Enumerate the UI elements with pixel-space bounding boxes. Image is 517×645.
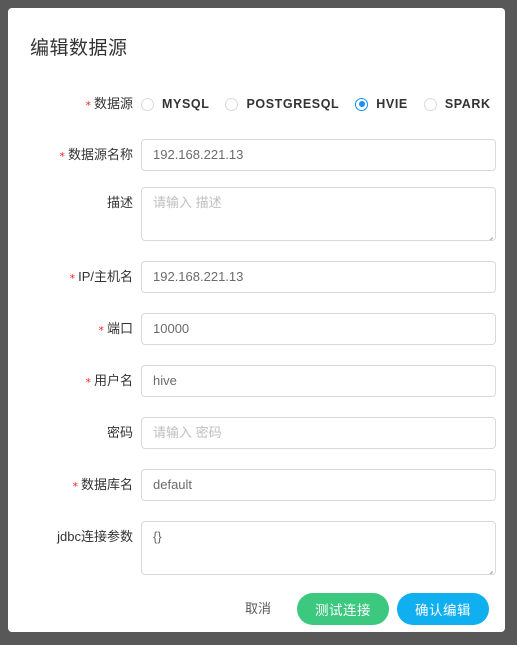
radio-option-hvie[interactable]: HVIE [355, 97, 408, 111]
required-asterisk-icon: * [69, 272, 76, 285]
dialog-footer: 取消 测试连接 确认编辑 [8, 589, 505, 629]
text-field[interactable]: 10000 [141, 313, 496, 345]
page-title: 编辑数据源 [30, 38, 128, 59]
label-text: 描述 [106, 195, 133, 210]
text-field[interactable]: 请输入 密码 [141, 417, 496, 449]
radio-option-label: SPARK [444, 97, 491, 111]
field-value: 请输入 描述 [153, 195, 222, 210]
field-value: 10000 [153, 321, 190, 336]
resize-handle-icon[interactable] [483, 563, 493, 574]
text-field[interactable]: 192.168.221.13 [141, 261, 496, 293]
resize-handle-icon[interactable] [483, 229, 493, 240]
field-value: 请输入 密码 [153, 425, 222, 440]
required-asterisk-icon: * [85, 98, 91, 112]
radio-unchecked-icon[interactable] [225, 97, 239, 111]
radio-option-mysql[interactable]: MYSQL [141, 97, 209, 111]
field-label: * 数据库名 [8, 469, 133, 502]
required-asterisk-icon: * [98, 324, 104, 337]
required-asterisk-icon: * [85, 376, 91, 389]
required-asterisk-icon: * [59, 150, 65, 163]
text-field[interactable]: 192.168.221.13 [141, 139, 496, 171]
label-text: IP/主机名 [78, 269, 133, 284]
radio-option-label: MYSQL [162, 97, 210, 111]
radio-option-label: POSTGRESQL [246, 97, 340, 111]
field-value: hive [153, 373, 177, 388]
field-label: 密码 [8, 417, 133, 449]
radio-checked-icon[interactable] [355, 97, 369, 111]
label-text: 数据库名 [80, 477, 133, 492]
text-field[interactable]: hive [141, 365, 496, 397]
radio-option-spark[interactable]: SPARK [423, 97, 491, 111]
required-asterisk-icon: * [72, 480, 78, 493]
field-label: * IP/主机名 [8, 261, 133, 294]
confirm-edit-button[interactable]: 确认编辑 [397, 593, 489, 625]
label-text: jdbc连接参数 [57, 529, 133, 544]
test-connection-button[interactable]: 测试连接 [297, 593, 389, 625]
field-value: default [153, 477, 193, 492]
textarea-field[interactable]: {} [141, 521, 496, 575]
label-text: 数据源名称 [67, 147, 133, 162]
cancel-button[interactable]: 取消 [245, 593, 271, 625]
radio-unchecked-icon[interactable] [141, 97, 154, 111]
field-value: 192.168.221.13 [153, 269, 244, 284]
datasource-type-label: * 数据源 [8, 88, 133, 121]
edit-datasource-dialog: 编辑数据源 * 数据源 MYSQL POSTGRESQL HVIE SPARK * 数据源名… [8, 8, 505, 632]
radio-unchecked-icon[interactable] [423, 97, 437, 111]
field-label: 描述 [8, 187, 133, 219]
radio-option-label: HVIE [376, 97, 408, 111]
field-label: * 数据源名称 [8, 139, 133, 172]
field-label: * 端口 [8, 313, 133, 346]
label-text: 用户名 [93, 373, 133, 388]
field-value: {} [153, 529, 162, 544]
field-label: jdbc连接参数 [8, 521, 133, 553]
label-text: 端口 [106, 321, 133, 336]
radio-option-postgresql[interactable]: POSTGRESQL [225, 97, 339, 111]
text-field[interactable]: default [141, 469, 496, 501]
label-text: 数据源 [93, 95, 133, 111]
textarea-field[interactable]: 请输入 描述 [141, 187, 496, 241]
label-text: 密码 [106, 425, 133, 440]
datasource-type-radio-group[interactable]: * 数据源 MYSQL POSTGRESQL HVIE SPARK [85, 92, 505, 116]
field-label: * 用户名 [8, 365, 133, 398]
field-value: 192.168.221.13 [153, 147, 244, 162]
